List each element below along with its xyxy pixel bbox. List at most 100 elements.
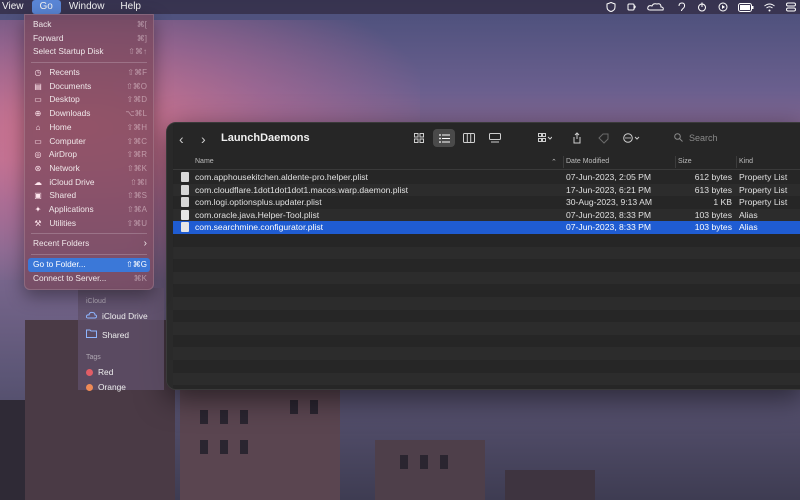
sidebar-item-label: Red [98, 367, 114, 377]
menu-shortcut: ⇧⌘K [126, 163, 147, 173]
menu-item-label: Documents [49, 80, 92, 91]
search-placeholder: Search [689, 133, 718, 143]
menu-shortcut: ⇧⌘F [127, 68, 147, 78]
tag-icon[interactable] [593, 129, 613, 147]
menu-item-recent-folders[interactable]: Recent Folders › [25, 237, 153, 251]
menu-item-icloud-drive[interactable]: ☁ iCloud Drive ⇧⌘I [25, 176, 153, 190]
share-icon[interactable] [567, 129, 587, 147]
wallpaper-window [310, 400, 318, 414]
menu-item-forward[interactable]: Forward ⌘] [25, 32, 153, 46]
menu-item-select-startup-disk[interactable]: Select Startup Disk ⇧⌘↑ [25, 45, 153, 59]
search-field[interactable]: Search [670, 129, 800, 147]
play-icon[interactable] [717, 2, 728, 12]
cloud-icon[interactable] [647, 2, 665, 12]
ear-icon[interactable] [675, 2, 686, 12]
file-list: com.apphousekitchen.aldente-pro.helper.p… [173, 171, 800, 389]
menu-item-documents[interactable]: ▤ Documents ⇧⌘O [25, 80, 153, 94]
desktop-icon: ▭ [34, 95, 42, 105]
back-chevron-icon[interactable]: ‹ [179, 131, 184, 147]
menu-shortcut: ⇧⌘D [126, 95, 147, 105]
menu-item-desktop[interactable]: ▭ Desktop ⇧⌘D [25, 93, 153, 107]
menu-item-network[interactable]: ⊛ Network ⇧⌘K [25, 162, 153, 176]
finder-sidebar: iCloud iCloud Drive Shared Tags Red Oran… [78, 288, 164, 392]
sidebar-header-icloud: iCloud [86, 298, 106, 305]
file-name: com.oracle.java.Helper-Tool.plist [195, 209, 320, 220]
file-name: com.logi.optionsplus.updater.plist [195, 197, 322, 208]
menu-item-label: Connect to Server... [33, 272, 107, 283]
menu-window[interactable]: Window [61, 0, 113, 14]
menu-shortcut: ⇧⌘↑ [128, 47, 147, 57]
file-size: 613 bytes [694, 184, 732, 195]
file-kind: Alias [739, 222, 758, 233]
gallery-view-icon[interactable] [485, 129, 505, 147]
finder-toolbar: ‹ › LaunchDaemons Search [167, 123, 800, 153]
cup-icon[interactable] [626, 2, 637, 12]
menu-view[interactable]: View [0, 0, 32, 14]
forward-chevron-icon[interactable]: › [201, 131, 206, 147]
menu-shortcut: ⌥⌘L [125, 109, 147, 119]
column-divider [736, 156, 737, 168]
shared-folder-icon [86, 329, 97, 340]
wallpaper-window [200, 440, 208, 454]
file-icon [181, 172, 189, 182]
menu-item-connect-to-server[interactable]: Connect to Server... ⌘K [25, 272, 153, 286]
icloud-icon: ☁ [34, 177, 42, 187]
file-row[interactable]: com.oracle.java.Helper-Tool.plist 07-Jun… [173, 208, 800, 222]
group-by-icon[interactable] [533, 129, 557, 147]
file-name: com.apphousekitchen.aldente-pro.helper.p… [195, 172, 368, 182]
menu-go[interactable]: Go [31, 0, 61, 14]
wifi-icon[interactable] [764, 2, 775, 12]
empty-rows [173, 234, 800, 389]
file-date: 17-Jun-2023, 6:21 PM [566, 184, 652, 195]
power-icon[interactable] [696, 2, 707, 12]
column-header-date[interactable]: Date Modified [566, 158, 609, 165]
wallpaper-window [290, 400, 298, 414]
menu-shortcut: ⇧⌘S [126, 191, 147, 201]
menu-item-downloads[interactable]: ⊕ Downloads ⌥⌘L [25, 107, 153, 121]
list-view-icon[interactable] [433, 129, 455, 147]
wallpaper-window [400, 455, 408, 469]
menu-separator [31, 233, 147, 235]
menu-separator [31, 254, 147, 255]
menu-shortcut: ⇧⌘U [126, 218, 147, 228]
file-date: 07-Jun-2023, 8:33 PM [566, 222, 652, 233]
menu-item-shared[interactable]: ▣ Shared ⇧⌘S [25, 189, 153, 203]
file-row[interactable]: com.logi.optionsplus.updater.plist 30-Au… [173, 196, 800, 209]
sidebar-header-tags: Tags [86, 354, 101, 361]
computer-icon: ▭ [34, 136, 42, 146]
wallpaper-window [220, 440, 228, 454]
file-row[interactable]: com.apphousekitchen.aldente-pro.helper.p… [173, 171, 800, 184]
file-row[interactable]: com.cloudflare.1dot1dot1dot1.macos.warp.… [173, 183, 800, 197]
menu-item-utilities[interactable]: ⚒ Utilities ⇧⌘U [25, 217, 153, 231]
column-header-kind[interactable]: Kind [739, 158, 753, 165]
menu-item-computer[interactable]: ▭ Computer ⇧⌘C [25, 135, 153, 149]
more-actions-icon[interactable] [619, 129, 645, 147]
menu-item-airdrop[interactable]: ◎ AirDrop ⇧⌘R [25, 148, 153, 162]
column-header-row: Name ⌃ Date Modified Size Kind [173, 154, 800, 170]
menu-item-home[interactable]: ⌂ Home ⇧⌘H [25, 121, 153, 135]
file-row-selected[interactable]: com.searchmine.configurator.plist 07-Jun… [173, 221, 800, 234]
menu-item-back[interactable]: Back ⌘[ [25, 18, 153, 32]
column-view-icon[interactable] [459, 129, 479, 147]
file-kind: Alias [739, 209, 758, 220]
icon-view-grid-icon[interactable] [409, 129, 429, 147]
menu-item-label: Recent Folders [33, 238, 90, 249]
control-center-icon[interactable] [785, 2, 796, 12]
menu-item-label: Computer [49, 135, 86, 146]
finder-window: ‹ › LaunchDaemons Search Name ⌃ Date Mod… [166, 122, 800, 390]
battery-icon[interactable] [738, 2, 754, 12]
sidebar-item-tag-red[interactable]: Red [86, 367, 113, 377]
sidebar-item-tag-orange[interactable]: Orange [86, 382, 126, 392]
shield-icon[interactable] [605, 2, 616, 12]
wallpaper-window [240, 440, 248, 454]
sidebar-item-shared[interactable]: Shared [86, 329, 129, 340]
go-menu-dropdown: Back ⌘[ Forward ⌘] Select Startup Disk ⇧… [24, 14, 154, 290]
column-header-size[interactable]: Size [678, 158, 692, 165]
column-header-name[interactable]: Name [195, 158, 214, 165]
sidebar-item-icloud-drive[interactable]: iCloud Drive [85, 311, 148, 321]
menu-item-recents[interactable]: ◷ Recents ⇧⌘F [25, 66, 153, 80]
menu-item-label: Shared [49, 190, 77, 201]
menu-item-go-to-folder[interactable]: Go to Folder... ⇧⌘G [28, 258, 150, 272]
menu-help[interactable]: Help [112, 0, 149, 14]
menu-item-applications[interactable]: ✦ Applications ⇧⌘A [25, 203, 153, 217]
